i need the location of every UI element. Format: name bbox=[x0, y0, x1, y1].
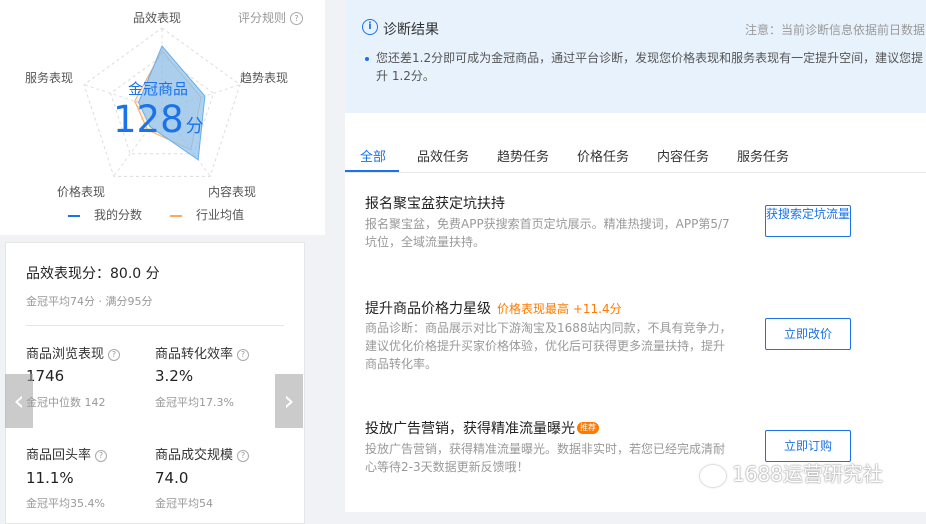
metric-value: 11.1% bbox=[26, 469, 74, 487]
metric-label-text: 商品转化效率 bbox=[155, 347, 234, 362]
radar-chart-panel: 品效表现 趋势表现 内容表现 价格表现 服务表现 评分规则? 金冠商品 128 分… bbox=[0, 0, 325, 235]
watermark: 1688运营研究社 bbox=[700, 458, 883, 487]
next-button[interactable]: › bbox=[275, 374, 303, 428]
metric-label: 商品浏览表现? bbox=[26, 343, 121, 362]
metric-label-text: 商品成交规模 bbox=[155, 448, 234, 463]
tab-all[interactable]: 全部 bbox=[360, 146, 386, 165]
task-desc: 投放广告营销，获得精准流量曝光。数据非实时，若您已经完成清耐心等待2-3天数据更… bbox=[365, 442, 726, 474]
task-panel: i 诊断结果 注意：当前诊断信息依据前日数据 您还差1.2分即可成为金冠商品，通… bbox=[345, 0, 926, 512]
metric-value: 3.2% bbox=[155, 367, 194, 385]
metric-benchmark: 金冠平均35.4% bbox=[26, 497, 105, 510]
get-search-traffic-button[interactable]: 获搜索定坑流量 bbox=[765, 205, 851, 237]
tier-label: 金冠商品 bbox=[127, 80, 188, 98]
metric-benchmark: 金冠平均54 bbox=[155, 497, 213, 510]
question-icon[interactable]: ? bbox=[95, 450, 108, 462]
task-title-text: 提升商品价格力星级 bbox=[365, 301, 491, 317]
axis-label-fuwu: 服务表现 bbox=[25, 71, 74, 85]
legend-my-score: 我的分数 bbox=[68, 206, 142, 223]
tab-qushi[interactable]: 趋势任务 bbox=[497, 146, 549, 165]
task-tabs: 全部 品效任务 趋势任务 价格任务 内容任务 服务任务 bbox=[345, 140, 926, 173]
panel-gap bbox=[325, 0, 345, 512]
legend-label: 行业均值 bbox=[196, 208, 245, 222]
tab-fuwu[interactable]: 服务任务 bbox=[737, 146, 789, 165]
rules-label: 评分规则 bbox=[238, 11, 287, 25]
wechat-icon bbox=[700, 464, 726, 487]
watermark-text: 1688运营研究社 bbox=[732, 462, 883, 486]
legend-swatch bbox=[68, 214, 80, 217]
axis-label-neirong: 内容表现 bbox=[208, 185, 257, 199]
info-icon: i bbox=[362, 19, 378, 35]
legend-industry-avg: 行业均值 bbox=[170, 206, 244, 223]
metric-benchmark: 金冠平均17.3% bbox=[155, 396, 234, 409]
legend-label: 我的分数 bbox=[94, 208, 143, 222]
tab-neirong[interactable]: 内容任务 bbox=[657, 146, 709, 165]
task-title: 报名聚宝盆获定坑扶持 bbox=[365, 196, 505, 212]
question-icon[interactable]: ? bbox=[108, 349, 121, 361]
task-title: 提升商品价格力星级 价格表现最高 +11.4分 bbox=[365, 298, 622, 318]
diagnosis-box: i 诊断结果 注意：当前诊断信息依据前日数据 您还差1.2分即可成为金冠商品，通… bbox=[345, 0, 926, 113]
bullet-dot bbox=[365, 57, 369, 61]
chevron-left-icon: ‹ bbox=[13, 384, 25, 417]
pinxiao-score-card: 品效表现分：80.0 分 金冠平均74分 · 满分95分 商品浏览表现? 174… bbox=[5, 242, 305, 524]
metric-label: 商品转化效率? bbox=[155, 343, 250, 362]
question-icon: ? bbox=[290, 12, 304, 25]
task-desc: 商品诊断：商品展示对比下游淘宝及1688站内同款，不具有竞争力，建议优化价格提升… bbox=[365, 321, 732, 371]
score-panel: 品效表现 趋势表现 内容表现 价格表现 服务表现 评分规则? 金冠商品 128 分… bbox=[0, 0, 325, 524]
card-subtitle: 金冠平均74分 · 满分95分 bbox=[26, 295, 153, 308]
question-icon[interactable]: ? bbox=[237, 349, 250, 361]
axis-label-jiage: 价格表现 bbox=[57, 185, 106, 199]
metric-label-text: 商品回头率 bbox=[26, 448, 92, 463]
active-tab-indicator bbox=[345, 170, 399, 172]
chevron-right-icon: › bbox=[283, 384, 295, 417]
task-title-text: 投放广告营销，获得精准流量曝光 bbox=[365, 421, 575, 437]
diagnosis-note: 注意：当前诊断信息依据前日数据 bbox=[745, 23, 926, 37]
metric-label: 商品回头率? bbox=[26, 444, 108, 463]
score-boost-label: 价格表现最高 +11.4分 bbox=[497, 302, 622, 316]
metric-value: 74.0 bbox=[155, 469, 189, 487]
metric-label: 商品成交规模? bbox=[155, 444, 250, 463]
tab-jiage[interactable]: 价格任务 bbox=[577, 146, 629, 165]
score-unit: 分 bbox=[185, 116, 204, 137]
prev-button[interactable]: ‹ bbox=[5, 374, 33, 428]
score-value: 128 bbox=[113, 98, 184, 141]
total-score: 128 分 bbox=[113, 98, 204, 141]
diagnosis-title: 诊断结果 bbox=[383, 22, 439, 38]
diagnosis-text: 您还差1.2分即可成为金冠商品，通过平台诊断，发现您价格表现和服务表现有一定提升… bbox=[376, 51, 924, 83]
tab-pinxiao[interactable]: 品效任务 bbox=[417, 146, 469, 165]
card-title: 品效表现分：80.0 分 bbox=[26, 266, 160, 282]
task-title: 投放广告营销，获得精准流量曝光 推荐 bbox=[365, 418, 599, 438]
question-icon[interactable]: ? bbox=[237, 450, 250, 462]
metric-benchmark: 金冠中位数 142 bbox=[26, 396, 106, 409]
rules-link[interactable]: 评分规则? bbox=[238, 9, 304, 26]
axis-label-qushi: 趋势表现 bbox=[240, 71, 289, 85]
change-price-button[interactable]: 立即改价 bbox=[765, 318, 851, 350]
divider bbox=[26, 325, 284, 326]
metric-label-text: 商品浏览表现 bbox=[26, 347, 105, 362]
axis-label-pinxiao: 品效表现 bbox=[133, 11, 182, 25]
legend-swatch bbox=[170, 214, 182, 217]
recommend-tag: 推荐 bbox=[577, 422, 599, 434]
task-desc: 报名聚宝盆，免费APP获搜索首页定坑展示。精准热搜词，APP第5/7坑位，全域流… bbox=[365, 217, 730, 249]
